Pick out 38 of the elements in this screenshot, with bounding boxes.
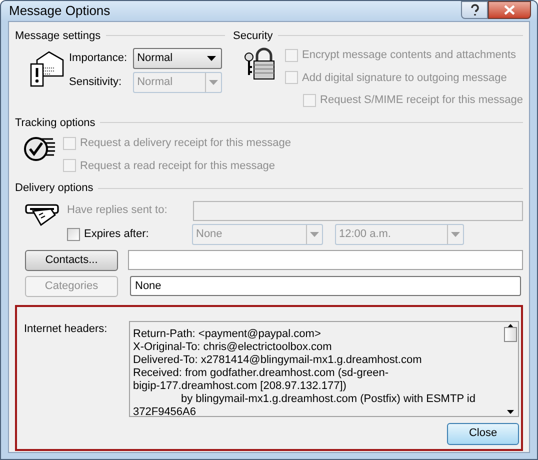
field-label: Internet headers:: [24, 322, 108, 336]
header-line: X-Original-To: chris@electrictoolbox.com: [133, 340, 332, 352]
scrollbar[interactable]: [502, 322, 518, 416]
field-label: Have replies sent to:: [67, 203, 168, 218]
padlock-keys-icon: [243, 47, 278, 81]
dropdown[interactable]: Normal: [133, 48, 222, 69]
checkbox-label: Request a read receipt for this message: [80, 158, 276, 174]
section-heading: Security: [233, 28, 273, 44]
field-label: Importance:: [69, 51, 128, 66]
header-line: bigip-177.dreamhost.com [208.97.132.177]): [133, 380, 346, 392]
envelope-icon: [29, 50, 65, 88]
header-line: Return-Path: <payment@paypal.com>: [133, 328, 321, 340]
header-line: 372F9456A6: [133, 406, 196, 416]
checkbox-label: Add digital signature to outgoing message: [302, 70, 507, 86]
headers-text-area[interactable]: [129, 320, 519, 416]
scroll-down-icon[interactable]: [506, 410, 514, 414]
field-label: Sensitivity:: [69, 75, 123, 90]
dropdown-arrow-icon: [310, 232, 319, 236]
close-button[interactable]: Close: [447, 422, 519, 444]
checkbox-label: Expires after:: [84, 226, 149, 242]
dropdown-arrow-icon: [209, 80, 218, 85]
checkbox-label: Encrypt message contents and attachments: [302, 48, 516, 63]
push-button[interactable]: Contacts...: [25, 250, 118, 270]
checkbox-label: Request S/MIME receipt for this message: [320, 93, 523, 108]
header-line: by blingymail-mx1.g.dreamhost.com (Postfix) with ESMTP id: [181, 392, 476, 404]
dropdown-arrow-icon: [206, 56, 216, 61]
close-icon[interactable]: [488, 1, 531, 19]
header-line: Received: from godfather.dreamhost.com (sd-green-: [133, 366, 389, 378]
header-line: Delivered-To: x2781414@blingymail-mx1.g.dreamhost.com: [133, 354, 422, 366]
section-heading: Message settings: [15, 28, 101, 44]
window-title: Message Options: [9, 2, 110, 20]
help-icon[interactable]: [461, 1, 488, 19]
section-heading: Delivery options: [15, 181, 94, 196]
dropdown-arrow-icon: [451, 232, 460, 236]
section-heading: Tracking options: [15, 116, 96, 130]
scrollbar-thumb[interactable]: [504, 327, 516, 342]
contacts-field[interactable]: [128, 250, 523, 270]
checkbox-label: Request a delivery receipt for this message: [80, 136, 291, 151]
